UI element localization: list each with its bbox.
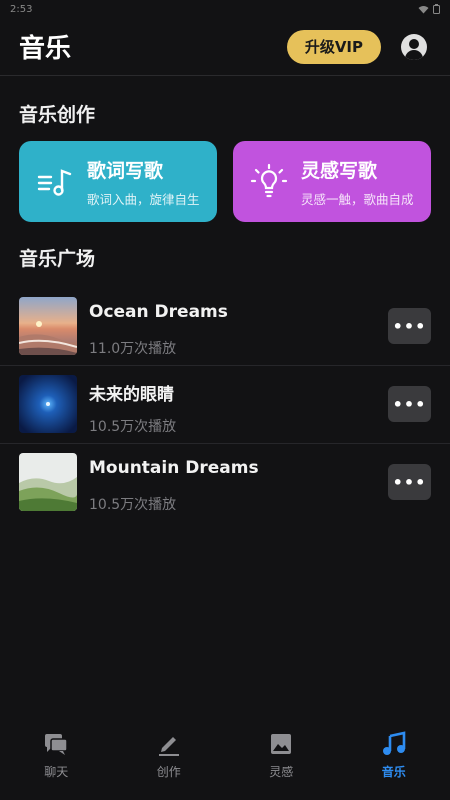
lightbulb-icon <box>250 163 288 197</box>
app-header: 音乐 升级VIP <box>0 18 450 76</box>
song-cover <box>19 297 77 355</box>
song-cover <box>19 453 77 511</box>
wifi-icon <box>418 5 429 13</box>
bottom-tab-bar: 聊天 创作 灵感 音乐 <box>0 722 450 800</box>
tab-inspiration-label: 灵感 <box>269 765 294 779</box>
tab-music-label: 音乐 <box>381 765 406 779</box>
more-options-button[interactable]: ••• <box>388 308 431 344</box>
song-play-count: 10.5万次播放 <box>89 419 177 435</box>
status-bar: 2:53 <box>0 0 450 18</box>
chat-icon <box>45 734 68 755</box>
song-play-count: 11.0万次播放 <box>89 341 177 357</box>
pencil-icon <box>158 737 179 756</box>
song-row[interactable]: 未来的眼睛 10.5万次播放 ••• <box>0 366 450 444</box>
song-title: 未来的眼睛 <box>89 385 174 405</box>
song-row[interactable]: Ocean Dreams 11.0万次播放 ••• <box>0 288 450 366</box>
lyrics-card-desc: 歌词入曲，旋律自生 <box>87 191 200 207</box>
tab-create-label: 创作 <box>156 765 181 779</box>
inspiration-songwriting-card[interactable]: 灵感写歌 灵感一触，歌曲自成 <box>233 141 431 222</box>
more-options-button[interactable]: ••• <box>388 464 431 500</box>
lyrics-songwriting-card[interactable]: 歌词写歌 歌词入曲，旋律自生 <box>19 141 217 222</box>
tab-chat[interactable]: 聊天 <box>0 722 113 800</box>
status-time: 2:53 <box>10 3 33 15</box>
tab-music[interactable]: 音乐 <box>338 722 450 800</box>
inspiration-card-title: 灵感写歌 <box>301 159 378 182</box>
inspiration-card-desc: 灵感一触，歌曲自成 <box>301 191 414 207</box>
music-lyrics-icon <box>37 168 72 196</box>
create-section-title: 音乐创作 <box>19 104 96 126</box>
upgrade-vip-button[interactable]: 升级VIP <box>286 29 381 64</box>
more-options-button[interactable]: ••• <box>388 386 431 422</box>
profile-avatar-icon[interactable] <box>401 33 427 60</box>
image-icon <box>271 734 292 754</box>
tab-chat-label: 聊天 <box>44 765 69 779</box>
status-icons <box>418 4 440 14</box>
plaza-section-title: 音乐广场 <box>19 248 96 270</box>
tab-create[interactable]: 创作 <box>113 722 226 800</box>
song-title: Ocean Dreams <box>89 302 228 322</box>
tab-inspiration[interactable]: 灵感 <box>225 722 338 800</box>
lyrics-card-title: 歌词写歌 <box>87 159 164 182</box>
song-title: Mountain Dreams <box>89 458 259 478</box>
song-list: Ocean Dreams 11.0万次播放 ••• 未来的眼睛 10.5万次播放… <box>0 288 450 522</box>
battery-icon <box>433 4 440 14</box>
song-play-count: 10.5万次播放 <box>89 497 177 513</box>
song-cover <box>19 375 77 433</box>
song-row[interactable]: Mountain Dreams 10.5万次播放 ••• <box>0 444 450 522</box>
page-title: 音乐 <box>19 34 72 64</box>
music-note-icon <box>382 731 406 755</box>
